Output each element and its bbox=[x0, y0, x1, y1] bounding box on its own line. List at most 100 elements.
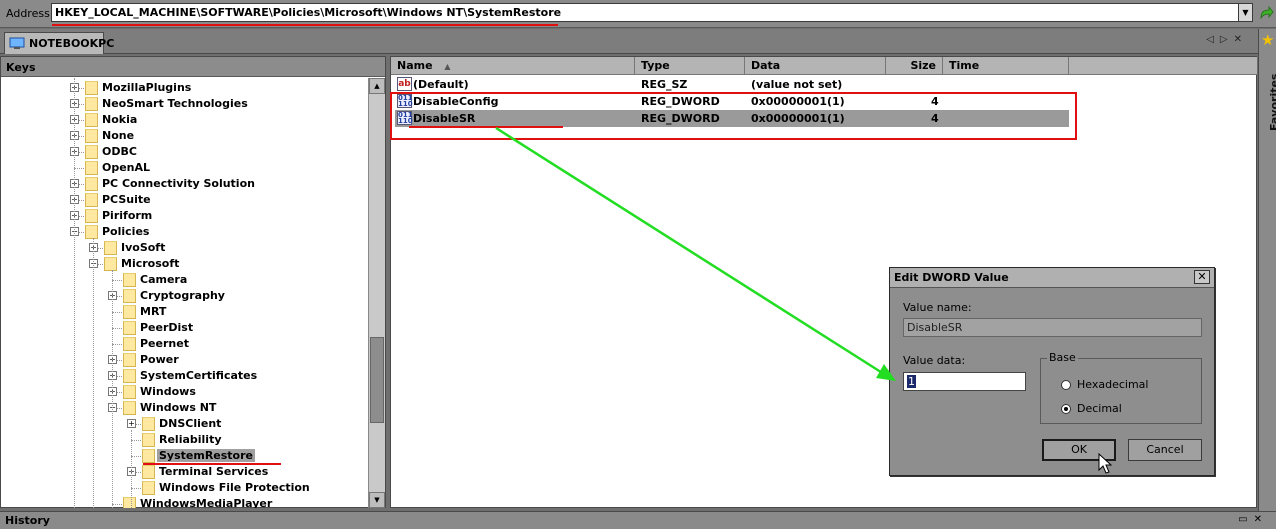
cancel-button[interactable]: Cancel bbox=[1128, 439, 1202, 461]
tree-item-label: PeerDist bbox=[140, 321, 194, 334]
folder-icon bbox=[85, 81, 98, 95]
tree-guide-line bbox=[74, 78, 75, 508]
radio-decimal[interactable] bbox=[1061, 404, 1071, 414]
tree-item-label: SystemRestore bbox=[157, 449, 255, 462]
go-arrow-icon[interactable] bbox=[1259, 5, 1274, 21]
keys-scrollbar[interactable]: ▲ ▼ bbox=[368, 78, 385, 508]
folder-icon bbox=[123, 401, 136, 415]
tree-item[interactable]: WindowsMediaPlayer bbox=[1, 496, 368, 508]
tab-controls[interactable]: ◁▷✕ bbox=[1206, 34, 1248, 45]
tree-item[interactable]: OpenAL bbox=[1, 160, 368, 176]
column-time[interactable]: Time bbox=[943, 57, 1069, 75]
tree-item[interactable]: + ODBC bbox=[1, 144, 368, 160]
folder-icon bbox=[142, 481, 155, 495]
tree-item[interactable]: − Microsoft bbox=[1, 256, 368, 272]
scroll-thumb[interactable] bbox=[370, 337, 384, 423]
tree-item-label: ODBC bbox=[102, 145, 137, 158]
folder-icon bbox=[85, 193, 98, 207]
tab-label: NOTEBOOKPC bbox=[29, 37, 115, 50]
tree-item[interactable]: Windows File Protection bbox=[1, 480, 368, 496]
value-type: REG_SZ bbox=[641, 78, 688, 91]
tree-item-label: IvoSoft bbox=[121, 241, 166, 254]
tree-item[interactable]: + Power bbox=[1, 352, 368, 368]
value-row[interactable]: ab (Default) REG_SZ (value not set) bbox=[395, 76, 1069, 93]
tree-item[interactable]: + Cryptography bbox=[1, 288, 368, 304]
tree-item[interactable]: + PC Connectivity Solution bbox=[1, 176, 368, 192]
tree-item[interactable]: + Terminal Services bbox=[1, 464, 368, 480]
folder-icon bbox=[142, 417, 155, 431]
tree-item[interactable]: Peernet bbox=[1, 336, 368, 352]
address-label: Address bbox=[6, 7, 50, 20]
tree-item[interactable]: PeerDist bbox=[1, 320, 368, 336]
sort-ascending-icon: ▲ bbox=[444, 62, 451, 71]
address-dropdown-button[interactable]: ▼ bbox=[1238, 3, 1253, 22]
folder-icon bbox=[123, 273, 136, 287]
value-data-text: 1 bbox=[907, 375, 916, 388]
mouse-cursor-icon bbox=[1098, 453, 1113, 474]
column-data[interactable]: Data bbox=[745, 57, 886, 75]
expand-icon[interactable]: + bbox=[127, 419, 136, 428]
favorites-panel[interactable]: ★ Favorites bbox=[1258, 29, 1276, 511]
folder-icon bbox=[85, 225, 98, 239]
folder-icon bbox=[85, 161, 98, 175]
tree-item-label: Reliability bbox=[159, 433, 222, 446]
history-title: History bbox=[5, 514, 50, 527]
tree-item[interactable]: + IvoSoft bbox=[1, 240, 368, 256]
history-panel[interactable]: History ▭✕ bbox=[0, 511, 1276, 529]
tree-item[interactable]: + PCSuite bbox=[1, 192, 368, 208]
column-type[interactable]: Type bbox=[635, 57, 745, 75]
tree-item[interactable]: + DNSClient bbox=[1, 416, 368, 432]
folder-icon bbox=[104, 241, 117, 255]
folder-icon bbox=[85, 97, 98, 111]
tree-item-label: Microsoft bbox=[121, 257, 180, 270]
scroll-up-button[interactable]: ▲ bbox=[369, 78, 385, 94]
folder-icon bbox=[142, 449, 155, 463]
dialog-titlebar[interactable]: Edit DWORD Value ✕ bbox=[890, 268, 1214, 288]
tree-item-label: Windows bbox=[140, 385, 196, 398]
folder-icon bbox=[123, 289, 136, 303]
tree-item-label: Policies bbox=[102, 225, 150, 238]
tree-item-label: OpenAL bbox=[102, 161, 151, 174]
tree-item[interactable]: MRT bbox=[1, 304, 368, 320]
tree-item[interactable]: Reliability bbox=[1, 432, 368, 448]
tree-item[interactable]: − Policies bbox=[1, 224, 368, 240]
edit-dword-dialog: Edit DWORD Value ✕ Value name: DisableSR… bbox=[889, 267, 1215, 476]
tree-item[interactable]: + Windows bbox=[1, 384, 368, 400]
tree-item-label: Peernet bbox=[140, 337, 189, 350]
folder-icon bbox=[123, 353, 136, 367]
column-name[interactable]: Name ▲ bbox=[391, 57, 635, 75]
value-data: (value not set) bbox=[751, 78, 843, 91]
tree-item[interactable]: + MozillaPlugins bbox=[1, 80, 368, 96]
tree-item[interactable]: + Nokia bbox=[1, 112, 368, 128]
tree-item[interactable]: + Piriform bbox=[1, 208, 368, 224]
radio-hexadecimal-label[interactable]: Hexadecimal bbox=[1077, 378, 1148, 391]
tree-item-label: PC Connectivity Solution bbox=[102, 177, 255, 190]
tree-item-label: DNSClient bbox=[159, 417, 222, 430]
tree-item-label: Windows File Protection bbox=[159, 481, 310, 494]
value-name-label: Value name: bbox=[903, 301, 972, 314]
history-controls[interactable]: ▭✕ bbox=[1238, 514, 1268, 525]
scroll-down-button[interactable]: ▼ bbox=[369, 492, 385, 508]
tree-item[interactable]: Camera bbox=[1, 272, 368, 288]
annotation-values-box bbox=[390, 92, 1077, 140]
tree-item-label: Camera bbox=[140, 273, 188, 286]
tree-item-label: SystemCertificates bbox=[140, 369, 258, 382]
tree-item[interactable]: + SystemCertificates bbox=[1, 368, 368, 384]
close-icon[interactable]: ✕ bbox=[1194, 270, 1210, 284]
radio-hexadecimal[interactable] bbox=[1061, 380, 1071, 390]
value-data-input[interactable]: 1 bbox=[903, 372, 1026, 391]
tree-item[interactable]: − Windows NT bbox=[1, 400, 368, 416]
folder-icon bbox=[85, 177, 98, 191]
tab-strip: NOTEBOOKPC ◁▷✕ bbox=[0, 29, 1258, 54]
tree-item-label: MRT bbox=[140, 305, 167, 318]
favorites-label: Favorites bbox=[1268, 73, 1276, 131]
column-size[interactable]: Size bbox=[886, 57, 943, 75]
tree-item[interactable]: SystemRestore bbox=[1, 448, 368, 464]
radio-decimal-label[interactable]: Decimal bbox=[1077, 402, 1122, 415]
folder-icon bbox=[104, 257, 117, 271]
folder-icon bbox=[123, 321, 136, 335]
address-input[interactable]: HKEY_LOCAL_MACHINE\SOFTWARE\Policies\Mic… bbox=[51, 3, 1253, 22]
tree-item[interactable]: + NeoSmart Technologies bbox=[1, 96, 368, 112]
tree-item[interactable]: + None bbox=[1, 128, 368, 144]
tab-notebookpc[interactable]: NOTEBOOKPC bbox=[4, 32, 114, 54]
